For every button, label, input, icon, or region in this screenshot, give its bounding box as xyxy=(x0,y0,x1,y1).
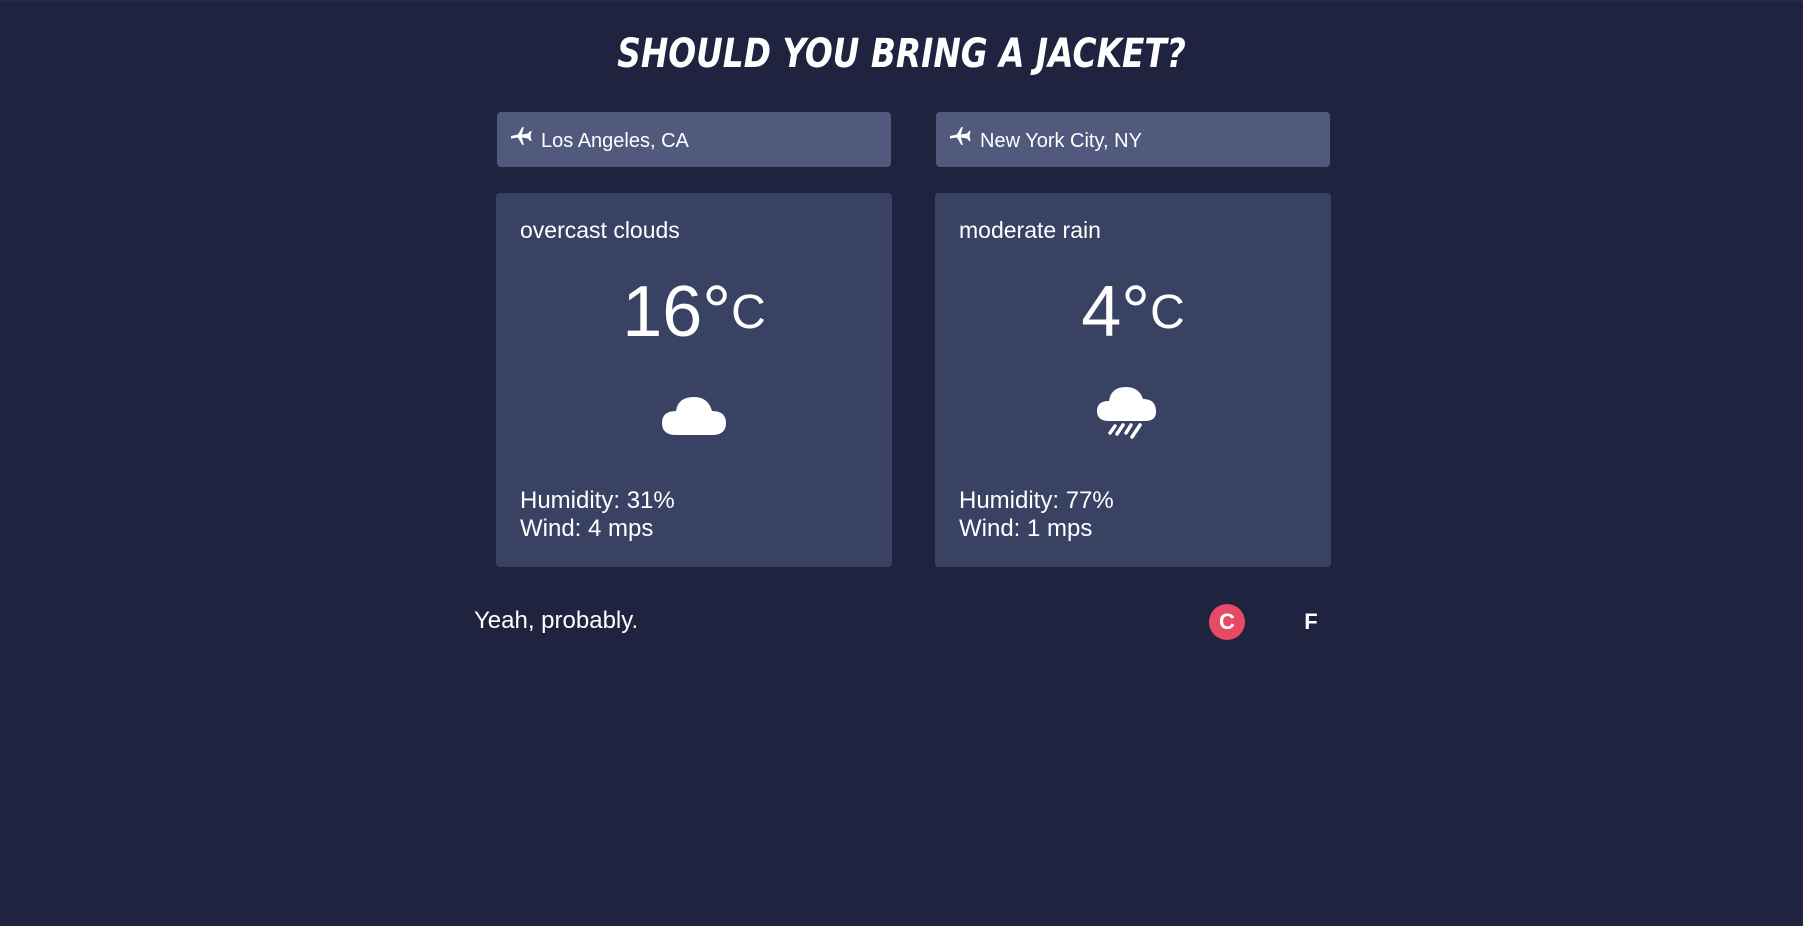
rain-cloud-icon xyxy=(1097,387,1157,439)
temperature-unit: C xyxy=(731,286,766,339)
page: Should you bring a jacket? Los Angeles, … xyxy=(0,0,1803,926)
weather-description: moderate rain xyxy=(959,217,1101,243)
page-title: Should you bring a jacket? xyxy=(162,28,1640,80)
humidity-text: Humidity: 31% xyxy=(520,487,675,514)
wind-text: Wind: 1 mps xyxy=(959,515,1093,542)
weather-card-right: moderate rain 4°C Humidity: 77% Wind: 1 … xyxy=(935,193,1331,567)
city-input-left[interactable]: Los Angeles, CA xyxy=(497,112,891,167)
fahrenheit-button[interactable]: F xyxy=(1293,604,1329,640)
temperature: 16°C xyxy=(496,267,892,358)
temperature-value: 4° xyxy=(1081,272,1151,352)
weather-card-left: overcast clouds 16°C Humidity: 31% Wind:… xyxy=(496,193,892,567)
city-input-right[interactable]: New York City, NY xyxy=(936,112,1330,167)
weather-description: overcast clouds xyxy=(520,217,680,243)
wind-text: Wind: 4 mps xyxy=(520,515,654,542)
airplane-icon xyxy=(950,126,971,145)
top-strip xyxy=(0,0,1803,2)
city-name: New York City, NY xyxy=(980,130,1142,152)
humidity-text: Humidity: 77% xyxy=(959,487,1114,514)
verdict-text: Yeah, probably. xyxy=(474,607,639,634)
cloud-icon xyxy=(662,397,726,435)
temperature-value: 16° xyxy=(622,272,732,352)
page-title-text: Should you bring a jacket? xyxy=(617,31,1186,77)
temperature-unit: C xyxy=(1150,286,1185,339)
celsius-button[interactable]: C xyxy=(1209,604,1245,640)
city-name: Los Angeles, CA xyxy=(541,130,689,152)
temperature: 4°C xyxy=(935,267,1331,358)
airplane-icon xyxy=(511,126,532,145)
